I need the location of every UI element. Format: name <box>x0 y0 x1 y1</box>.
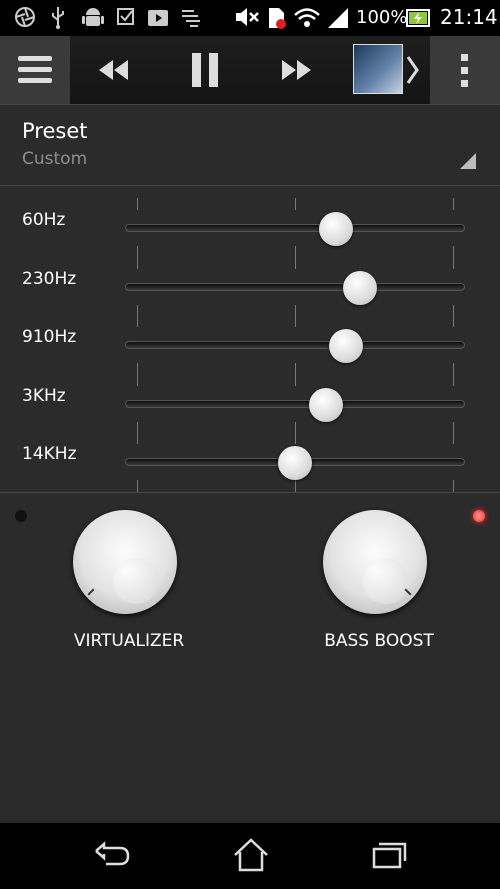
signal-icon <box>328 8 348 28</box>
virtualizer-led <box>15 510 27 522</box>
eq-band-label: 910Hz <box>22 327 77 347</box>
eq-band: 230Hz <box>0 253 500 317</box>
eq-tick <box>453 480 454 492</box>
mute-icon <box>236 8 259 26</box>
eq-band: 910Hz <box>0 311 500 375</box>
overflow-menu-button[interactable] <box>430 36 500 104</box>
sim-icon <box>269 8 286 29</box>
dropdown-arrow-icon <box>460 153 476 169</box>
pause-icon[interactable] <box>186 50 226 90</box>
eq-tick <box>295 480 296 492</box>
clock: 21:14 <box>440 5 498 29</box>
recent-apps-icon[interactable] <box>368 837 408 873</box>
sync-icon <box>182 10 200 27</box>
eq-tick <box>453 315 454 327</box>
virtualizer-label: VIRTUALIZER <box>73 631 185 651</box>
eq-band: 60Hz <box>0 194 500 258</box>
player-toolbar <box>0 36 500 105</box>
bass-boost-knob[interactable] <box>323 510 427 614</box>
bass-boost-led <box>473 510 485 522</box>
eq-tick <box>137 315 138 327</box>
back-icon[interactable] <box>92 837 132 873</box>
eq-band-label: 230Hz <box>22 268 77 289</box>
chevron-right-icon[interactable] <box>404 54 422 86</box>
album-art[interactable] <box>353 44 403 94</box>
eq-slider-track[interactable] <box>125 341 465 349</box>
bass-boost-label: BASS BOOST <box>324 631 434 651</box>
usb-icon <box>52 7 64 29</box>
virtualizer-knob[interactable] <box>73 510 177 614</box>
equalizer-panel: 60Hz 230Hz 910Hz 3KHz 14KHz <box>0 186 500 493</box>
battery-percent: 100% <box>356 7 408 28</box>
eq-slider-thumb[interactable] <box>278 446 312 480</box>
overflow-menu-icon <box>461 54 468 87</box>
eq-tick <box>137 198 138 210</box>
knob-indicator <box>87 588 95 596</box>
eq-tick <box>137 432 138 444</box>
eq-band: 14KHz <box>0 428 500 492</box>
eq-tick <box>453 256 454 269</box>
eq-slider-track[interactable] <box>125 282 465 291</box>
rewind-icon[interactable] <box>94 52 134 88</box>
fast-forward-icon[interactable] <box>276 52 316 88</box>
eq-slider-thumb[interactable] <box>318 212 353 246</box>
aperture-icon <box>15 7 35 27</box>
eq-tick <box>453 432 454 444</box>
preset-selector[interactable]: Preset Custom <box>0 105 500 186</box>
eq-tick <box>295 256 296 269</box>
knob-highlight <box>363 558 409 604</box>
eq-slider-track[interactable] <box>125 399 465 408</box>
android-icon <box>82 8 104 26</box>
preset-value: Custom <box>22 149 88 169</box>
eq-tick <box>453 198 454 210</box>
eq-tick <box>137 373 138 386</box>
eq-tick <box>137 480 138 492</box>
checkbox-icon <box>117 8 134 25</box>
eq-slider-thumb[interactable] <box>342 270 377 305</box>
home-icon[interactable] <box>231 837 271 873</box>
eq-tick <box>295 198 296 210</box>
eq-slider-thumb[interactable] <box>308 387 343 422</box>
preset-title: Preset <box>22 119 88 143</box>
knob-highlight <box>113 558 159 604</box>
menu-icon <box>18 56 52 83</box>
eq-band: 3KHz <box>0 370 500 434</box>
play-store-icon <box>148 10 168 26</box>
eq-slider-thumb[interactable] <box>329 329 363 363</box>
wifi-icon <box>294 8 320 27</box>
effects-panel: VIRTUALIZER BASS BOOST <box>0 493 500 823</box>
eq-band-label: 14KHz <box>22 444 77 464</box>
eq-tick <box>453 373 454 386</box>
menu-button[interactable] <box>0 36 70 104</box>
eq-tick <box>295 315 296 327</box>
battery-charging-icon <box>406 9 430 27</box>
eq-tick <box>137 256 138 269</box>
eq-tick <box>295 432 296 444</box>
eq-slider-track[interactable] <box>125 224 465 232</box>
eq-band-label: 60Hz <box>22 210 66 230</box>
status-bar: 100% 21:14 <box>0 0 500 36</box>
eq-band-label: 3KHz <box>22 385 66 406</box>
navigation-bar <box>0 823 500 889</box>
eq-tick <box>295 373 296 386</box>
